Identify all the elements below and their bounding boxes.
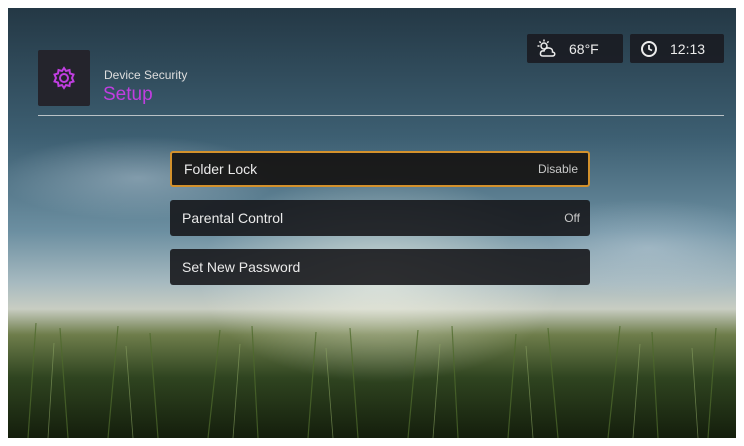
temperature-text: 68°F bbox=[569, 40, 599, 57]
weather-indicator: 68°F bbox=[527, 34, 623, 63]
gear-icon bbox=[53, 66, 75, 90]
clock-indicator: 12:13 bbox=[630, 34, 724, 63]
time-text: 12:13 bbox=[670, 40, 706, 57]
menu-item-value: Disable bbox=[537, 162, 578, 176]
menu-item-label: Parental Control bbox=[182, 210, 284, 226]
settings-tile bbox=[38, 50, 90, 106]
partly-cloudy-icon bbox=[537, 39, 556, 57]
menu-item-set-new-password[interactable]: Set New Password bbox=[170, 249, 590, 285]
menu-item-label: Set New Password bbox=[182, 259, 301, 275]
header-divider bbox=[38, 115, 724, 116]
menu-item-parental-control[interactable]: Parental Control Off bbox=[170, 200, 590, 236]
section-subtitle: Device Security bbox=[104, 68, 188, 82]
menu-item-folder-lock[interactable]: Folder Lock Disable bbox=[170, 151, 590, 187]
device-security-screen: Device Security Setup 68°F 12:13 Folder … bbox=[8, 8, 736, 438]
menu-item-label: Folder Lock bbox=[184, 161, 258, 177]
clock-icon bbox=[641, 40, 657, 57]
page-title: Setup bbox=[103, 84, 153, 105]
menu-item-value: Off bbox=[564, 211, 580, 225]
